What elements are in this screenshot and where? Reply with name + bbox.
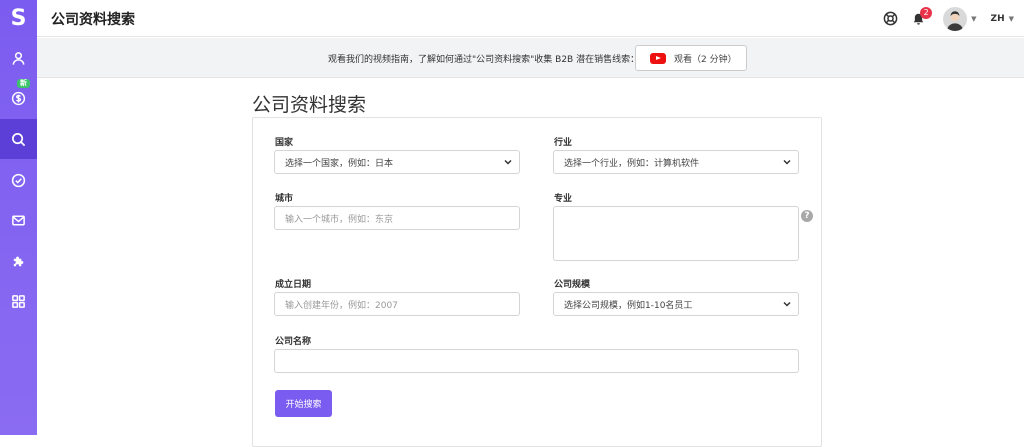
founded-year-placeholder: 输入创建年份，例如：2007	[285, 300, 398, 311]
company-name-label: 公司名称	[275, 337, 312, 347]
company-name-input[interactable]	[274, 349, 799, 373]
banner-text: 观看我们的视频指南，了解如何通过"公司资料搜索"收集 B2B 潜在销售线索：	[328, 55, 640, 65]
founded-year-input[interactable]: 输入创建年份，例如：2007	[274, 292, 520, 316]
sidebar-item-integrations[interactable]	[0, 241, 37, 281]
user-icon	[12, 51, 25, 65]
video-guide-banner: 观看我们的视频指南，了解如何通过"公司资料搜索"收集 B2B 潜在销售线索： 观…	[37, 38, 1024, 78]
city-input-placeholder: 输入一个城市，例如：东京	[285, 214, 394, 225]
company-size-value: 选择公司规模，例如1-10名员工	[564, 300, 693, 311]
check-circle-icon	[11, 173, 26, 187]
country-label: 国家	[275, 138, 294, 148]
founded-date-label: 成立日期	[275, 280, 312, 290]
grid-icon	[12, 294, 25, 308]
user-menu[interactable]: ▼	[943, 6, 977, 31]
language-selector[interactable]: ZH ▼	[991, 14, 1014, 24]
chevron-down-icon: ▼	[971, 14, 977, 23]
sidebar: S 新	[0, 0, 37, 435]
specialty-label: 专业	[554, 194, 573, 204]
industry-select[interactable]: 选择一个行业，例如：计算机软件	[553, 150, 799, 174]
sidebar-item-apps[interactable]	[0, 281, 37, 321]
top-bar: 公司资料搜索 2 ▼ ZH ▼	[37, 0, 1024, 37]
sidebar-item-mail[interactable]	[0, 200, 37, 240]
chevron-down-icon: ▼	[1008, 14, 1014, 23]
sidebar-item-search[interactable]	[0, 119, 37, 159]
company-size-select[interactable]: 选择公司规模，例如1-10名员工	[553, 292, 799, 316]
city-input[interactable]: 输入一个城市，例如：东京	[274, 206, 520, 230]
chevron-down-icon	[783, 301, 791, 307]
country-select-value: 选择一个国家，例如：日本	[285, 158, 394, 169]
industry-label: 行业	[554, 138, 573, 148]
sidebar-item-credits[interactable]: 新	[0, 78, 37, 118]
puzzle-icon	[13, 256, 24, 266]
industry-select-value: 选择一个行业，例如：计算机软件	[564, 158, 700, 169]
notification-count-badge: 2	[920, 6, 933, 19]
youtube-icon	[650, 52, 666, 64]
watch-video-button[interactable]: 观看（2 分钟）	[635, 45, 747, 71]
lifebuoy-icon	[883, 11, 898, 26]
chevron-down-icon	[504, 159, 512, 165]
avatar	[943, 6, 968, 31]
app-logo[interactable]: S	[0, 0, 37, 37]
person-avatar-icon	[947, 10, 964, 31]
form-heading: 公司资料搜索	[252, 94, 367, 116]
page-title: 公司资料搜索	[51, 12, 135, 28]
help-icon[interactable]: ?	[801, 210, 813, 222]
new-badge: 新	[17, 79, 30, 88]
sidebar-item-tasks[interactable]	[0, 160, 37, 200]
start-search-button[interactable]: 开始搜索	[275, 390, 332, 417]
city-label: 城市	[275, 194, 294, 204]
sidebar-item-profile[interactable]	[0, 38, 37, 78]
top-bar-actions: 2 ▼ ZH ▼	[871, 0, 1014, 37]
company-size-label: 公司规模	[554, 280, 591, 290]
watch-video-label: 观看（2 分钟）	[674, 54, 737, 65]
chevron-down-icon	[783, 159, 791, 165]
language-label: ZH	[990, 13, 1005, 24]
help-center-button[interactable]	[883, 11, 898, 26]
coin-icon	[11, 91, 26, 105]
country-select[interactable]: 选择一个国家，例如：日本	[274, 150, 520, 174]
specialty-textarea[interactable]	[553, 206, 799, 261]
notifications-button[interactable]: 2	[912, 6, 933, 26]
mail-icon	[12, 215, 25, 225]
search-icon	[12, 132, 26, 146]
